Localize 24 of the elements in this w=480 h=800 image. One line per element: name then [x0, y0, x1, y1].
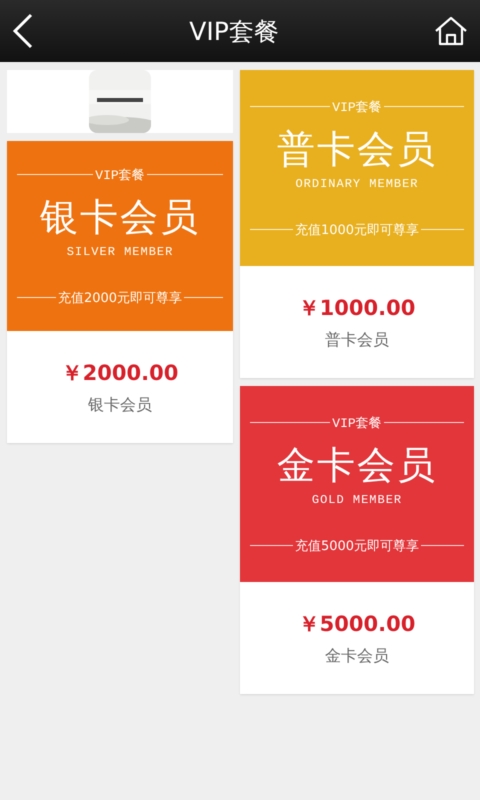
plan-card[interactable]: VIP套餐 金卡会员 GOLD MEMBER 充值5000元即可尊享 ￥5000.00 金卡会员: [240, 386, 474, 694]
plan-price: ￥2000.00: [62, 360, 178, 386]
plan-name: 金卡会员: [277, 442, 437, 488]
plan-caption: 金卡会员: [325, 646, 389, 666]
plan-card[interactable]: VIP套餐 普卡会员 ORDINARY MEMBER 充值1000元即可尊享 ￥1000.00 普卡会员: [240, 70, 474, 378]
home-icon[interactable]: [434, 16, 468, 46]
plan-name: 普卡会员: [277, 126, 437, 172]
page-title: VIP套餐: [189, 16, 279, 48]
plan-tag: VIP套餐: [332, 98, 382, 116]
plan-name: 银卡会员: [40, 194, 200, 240]
plan-price: ￥5000.00: [298, 610, 416, 638]
plan-caption: 银卡会员: [88, 394, 152, 416]
plan-offer: 充值2000元即可尊享: [58, 290, 182, 306]
plan-english-name: ORDINARY MEMBER: [295, 176, 419, 190]
back-icon[interactable]: [12, 13, 34, 49]
plan-card[interactable]: VIP套餐 银卡会员 SILVER MEMBER 充值2000元即可尊享 ￥2000.00 银卡会员: [7, 141, 233, 443]
plan-english-name: GOLD MEMBER: [312, 492, 402, 506]
plan-offer: 充值1000元即可尊享: [294, 222, 420, 238]
plan-caption: 普卡会员: [325, 330, 389, 350]
plan-tag: VIP套餐: [95, 166, 145, 184]
plan-english-name: SILVER MEMBER: [66, 244, 174, 258]
plan-tag: VIP套餐: [332, 414, 382, 432]
plan-price: ￥1000.00: [298, 294, 416, 322]
plan-offer: 充值5000元即可尊享: [294, 538, 420, 554]
